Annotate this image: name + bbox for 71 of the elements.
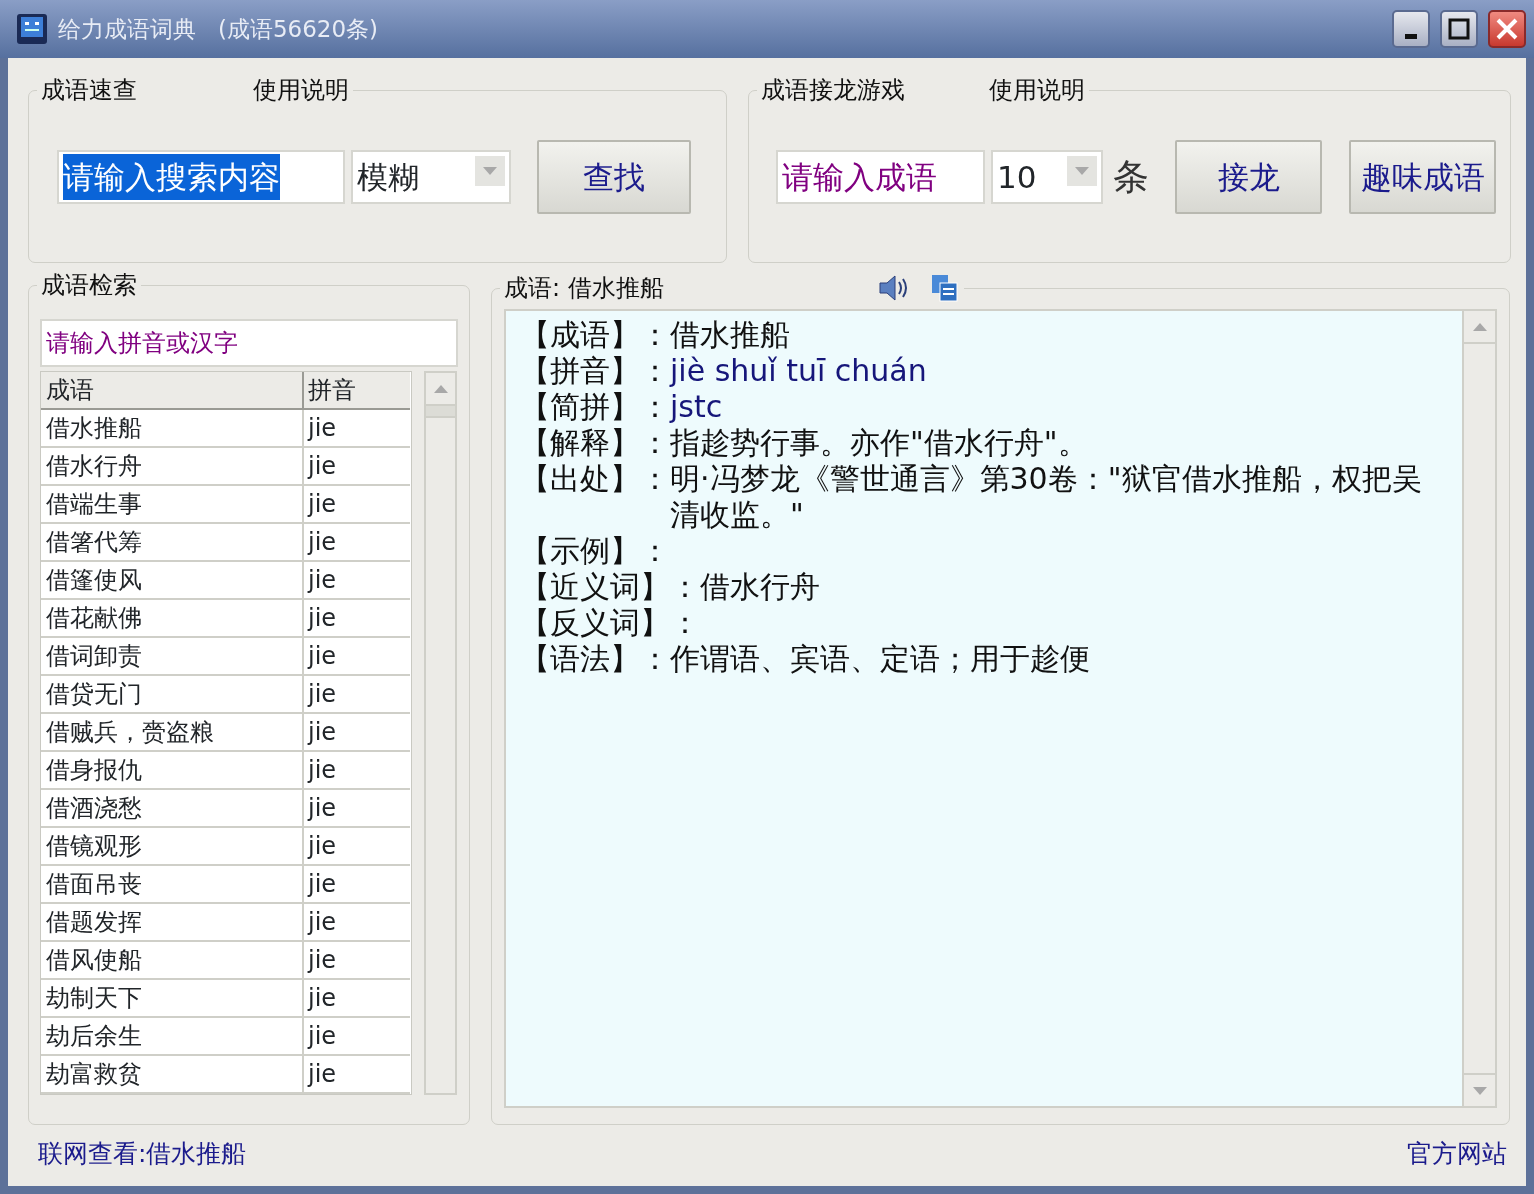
- table-cell: 劫富救贫: [41, 1056, 304, 1094]
- caret-icon: [483, 167, 497, 175]
- group-title: 成语接龙游戏: [761, 78, 905, 102]
- group-title: 成语检索: [41, 273, 137, 297]
- app-icon: [16, 13, 48, 45]
- filter-input[interactable]: 请输入拼音或汉字: [40, 319, 458, 367]
- website-link[interactable]: 官方网站: [1407, 1135, 1507, 1173]
- definition-label: 【简拼】：: [520, 389, 670, 425]
- table-cell: 劫后余生: [41, 1018, 304, 1056]
- online-lookup-link[interactable]: 联网查看:借水推船: [38, 1135, 247, 1173]
- unit-label: 条: [1113, 155, 1149, 199]
- definition-value: 作谓语、宾语、定语；用于趁便: [670, 641, 1091, 677]
- scroll-thumb[interactable]: [426, 406, 455, 418]
- copy-icon[interactable]: [929, 273, 960, 303]
- close-button[interactable]: [1488, 10, 1526, 48]
- table-cell: 借端生事: [41, 486, 304, 524]
- table-cell: 借篷使风: [41, 562, 304, 600]
- down-arrow-icon: [1472, 1086, 1487, 1095]
- definition-label: 【反义词】：: [520, 605, 700, 641]
- help-link[interactable]: 使用说明: [989, 78, 1085, 102]
- table-cell: 借水行舟: [41, 448, 304, 486]
- definition-label: 【出处】：: [520, 461, 670, 498]
- table-cell: 借贷无门: [41, 676, 304, 714]
- table-cell: 借风使船: [41, 942, 304, 980]
- close-icon: [1495, 17, 1519, 41]
- definition-value: 借水行舟: [700, 569, 821, 605]
- table-cell: 借题发挥: [41, 904, 304, 942]
- group-title: 成语: 借水推船: [504, 276, 664, 300]
- window-title: 给力成语词典 (成语56620条): [58, 14, 379, 44]
- table-cell: 借花献佛: [41, 600, 304, 638]
- fun-idioms-button[interactable]: 趣味成语: [1349, 140, 1496, 214]
- table-cell: 借词卸责: [41, 638, 304, 676]
- definition-label: 【解释】：: [520, 425, 670, 461]
- minimize-icon: [1405, 33, 1417, 39]
- group-title: 成语速查: [41, 78, 137, 102]
- table-cell: 借水推船: [41, 410, 304, 448]
- table-cell: 劫制天下: [41, 980, 304, 1018]
- search-field[interactable]: 请输入搜索内容: [57, 150, 345, 204]
- definition-label: 【示例】：: [520, 533, 670, 569]
- search-button[interactable]: 查找: [537, 140, 691, 214]
- definition-label: 【拼音】：: [520, 353, 670, 389]
- definition-value: 指趁势行事。亦作"借水行舟"。: [670, 425, 1089, 461]
- minimize-button[interactable]: [1392, 10, 1430, 48]
- maximize-icon: [1448, 18, 1470, 40]
- definition-label: 【成语】：: [520, 317, 670, 353]
- definition-value: jiè shuǐ tuī chuán: [670, 353, 928, 389]
- count-dropdown[interactable]: 10: [991, 150, 1103, 204]
- mode-dropdown[interactable]: 模糊: [351, 150, 511, 204]
- maximize-button[interactable]: [1440, 10, 1478, 48]
- table-cell: 借贼兵，赍盗粮: [41, 714, 304, 752]
- table-cell: 借箸代筹: [41, 524, 304, 562]
- table-cell: 借面吊丧: [41, 866, 304, 904]
- scrollbar[interactable]: [424, 371, 457, 1095]
- table-cell: 借身报仇: [41, 752, 304, 790]
- column-header[interactable]: 拼音: [304, 372, 410, 410]
- definition-label: 【近义词】：: [520, 569, 700, 605]
- up-arrow-icon: [1472, 322, 1487, 331]
- chain-button[interactable]: 接龙: [1175, 140, 1322, 214]
- definition-label: 【语法】：: [520, 641, 670, 677]
- caret-icon: [1075, 167, 1089, 175]
- scrollbar[interactable]: [1462, 311, 1495, 1106]
- definition-value: 借水推船: [670, 317, 791, 353]
- speaker-icon[interactable]: [877, 273, 910, 303]
- column-header[interactable]: 成语: [41, 372, 304, 410]
- definition-value: 明·冯梦龙《警世通言》第30卷："狱官借水推船，权把吴清收监。": [670, 461, 1423, 533]
- table-cell: 借镜观形: [41, 828, 304, 866]
- definition-value: jstc: [670, 389, 724, 425]
- idiom-input[interactable]: 请输入成语: [776, 150, 985, 204]
- up-arrow-icon: [433, 384, 448, 393]
- help-link[interactable]: 使用说明: [253, 78, 349, 102]
- table-cell: 借酒浇愁: [41, 790, 304, 828]
